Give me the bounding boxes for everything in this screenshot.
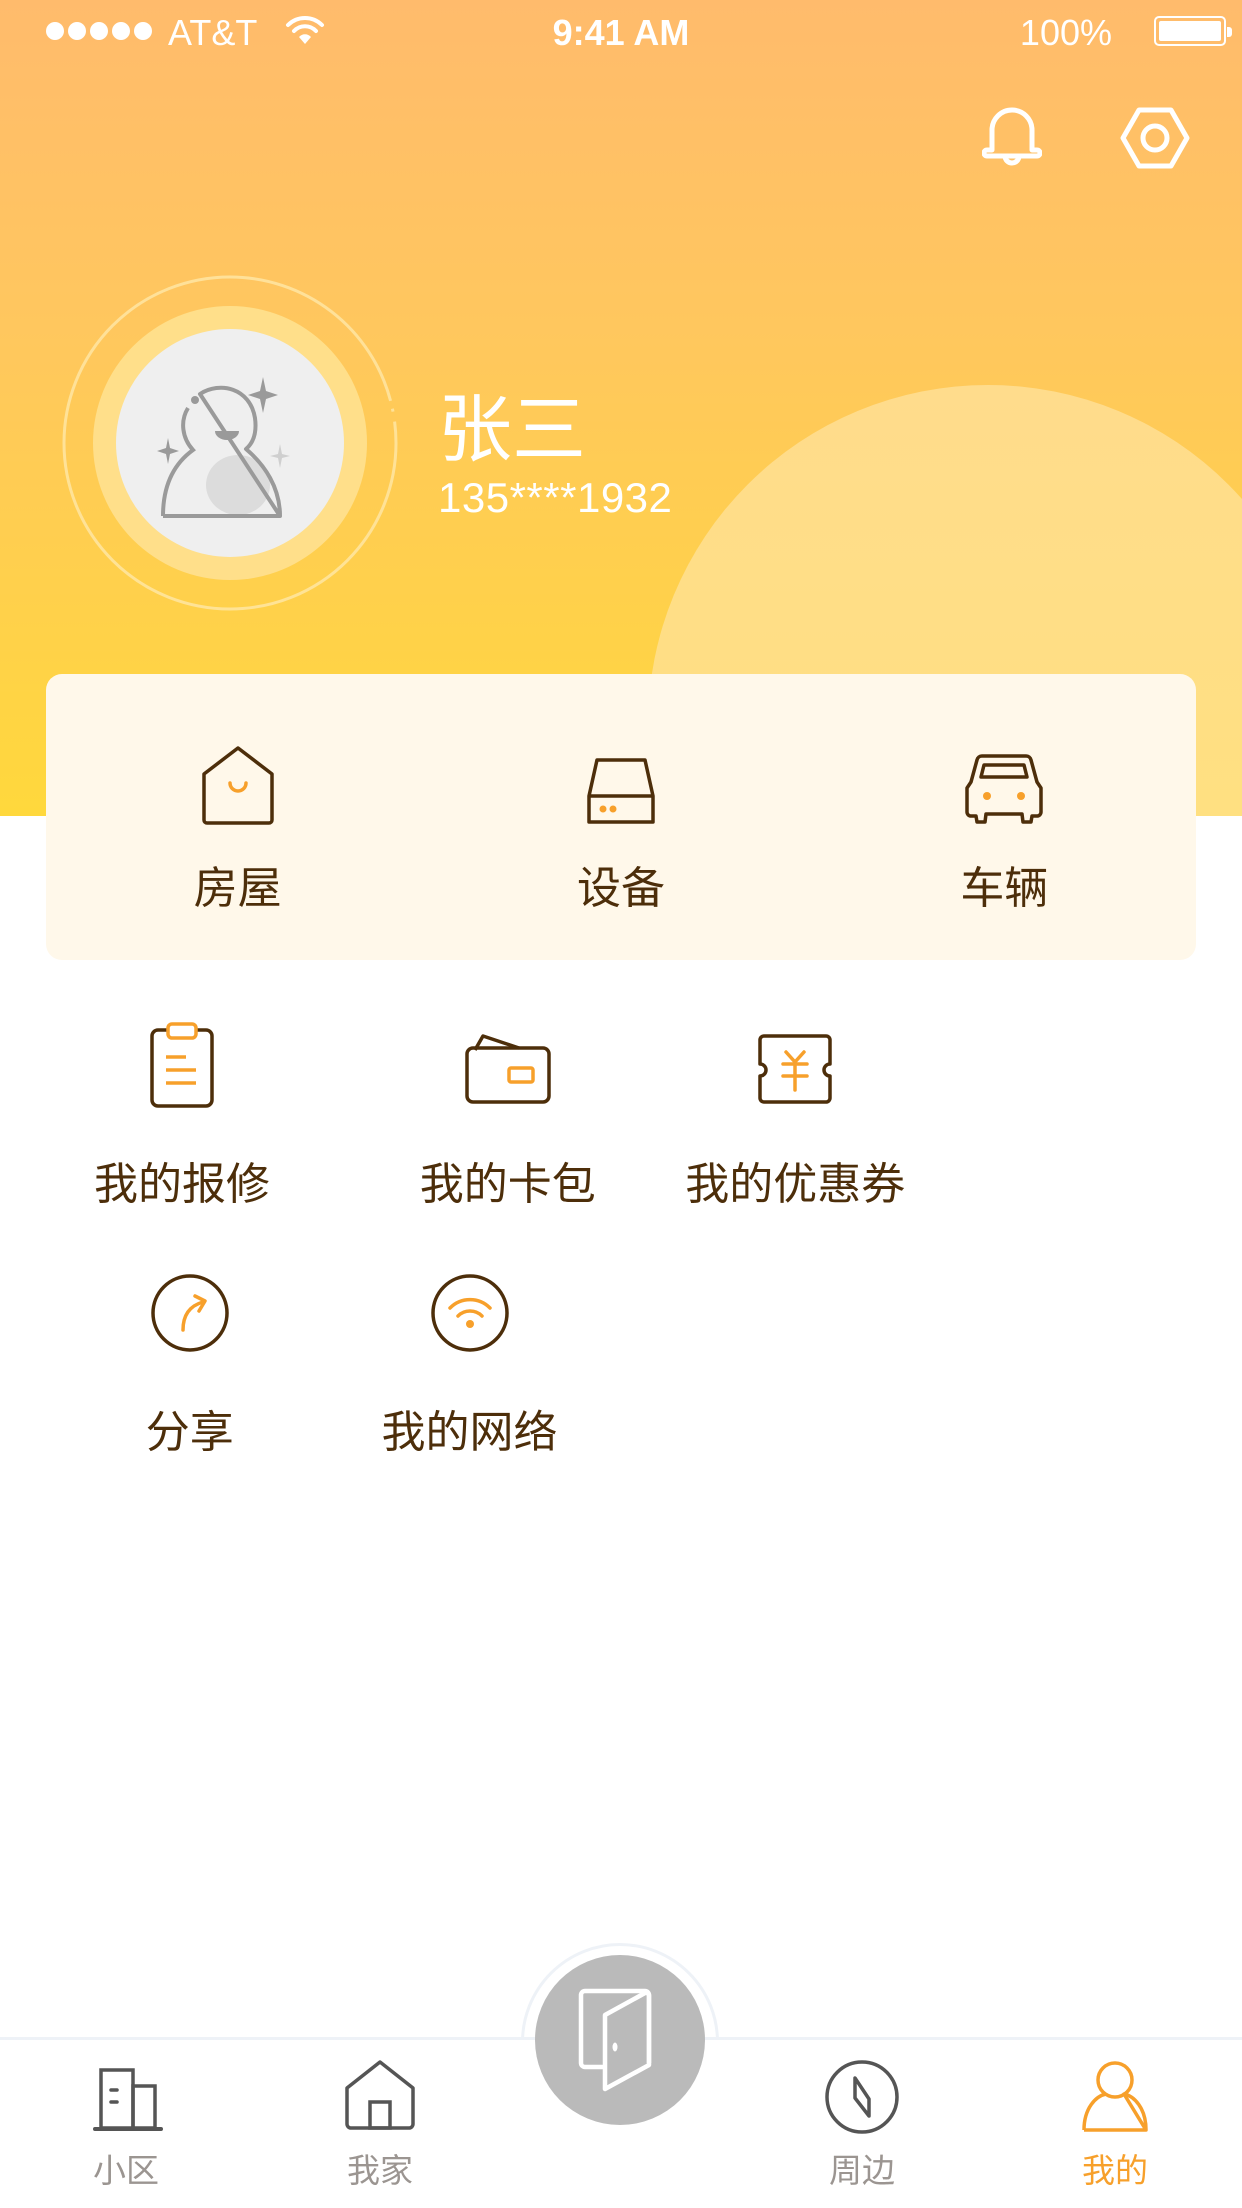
quick-action-house[interactable]: 房屋 bbox=[46, 674, 429, 960]
services-grid: 我的报修 我的卡包 我的优惠券 分享 我的网络 bbox=[46, 1020, 1196, 1516]
service-repair[interactable]: 我的报修 bbox=[0, 1020, 364, 1268]
service-label: 我的报修 bbox=[94, 1159, 270, 1210]
home-icon bbox=[345, 2060, 415, 2130]
tab-label: 我的 bbox=[1082, 2151, 1148, 2190]
share-icon bbox=[151, 1274, 229, 1352]
quick-action-device[interactable]: 设备 bbox=[429, 674, 812, 960]
service-label: 我的卡包 bbox=[419, 1159, 596, 1210]
tab-label: 周边 bbox=[829, 2151, 895, 2190]
notifications-button[interactable] bbox=[972, 98, 1052, 178]
wallet-icon bbox=[465, 1034, 551, 1104]
device-icon bbox=[587, 758, 655, 824]
service-label: 分享 bbox=[145, 1407, 234, 1458]
avatar[interactable] bbox=[60, 273, 400, 613]
service-label: 我的网络 bbox=[381, 1407, 558, 1458]
quick-action-label: 车辆 bbox=[960, 863, 1049, 914]
house-icon bbox=[201, 746, 274, 825]
tab-label: 我家 bbox=[347, 2151, 413, 2190]
settings-button[interactable] bbox=[1115, 98, 1195, 178]
battery-percentage: 100% bbox=[1019, 12, 1112, 53]
user-name: 张三 bbox=[438, 387, 586, 473]
person-icon bbox=[1082, 2061, 1148, 2132]
compass-icon bbox=[825, 2060, 899, 2134]
quick-action-car[interactable]: 车辆 bbox=[813, 674, 1196, 960]
wifi-icon bbox=[430, 1274, 509, 1352]
service-network[interactable]: 我的网络 bbox=[288, 1268, 652, 1516]
quick-action-label: 房屋 bbox=[193, 863, 282, 914]
door-icon bbox=[578, 1988, 652, 2092]
clipboard-icon bbox=[150, 1022, 214, 1108]
quick-action-label: 设备 bbox=[576, 863, 665, 914]
tab-label: 小区 bbox=[93, 2151, 159, 2190]
car-icon bbox=[965, 754, 1044, 824]
gear-icon bbox=[1120, 107, 1190, 169]
service-label: 我的优惠券 bbox=[685, 1159, 906, 1210]
tab-community[interactable]: 小区 bbox=[46, 2058, 206, 2192]
user-phone: 135****1932 bbox=[438, 474, 673, 521]
tab-mine[interactable]: 我的 bbox=[1035, 2058, 1195, 2192]
service-coupon[interactable]: 我的优惠券 bbox=[652, 1020, 940, 1268]
building-icon bbox=[93, 2068, 163, 2131]
coupon-icon bbox=[758, 1034, 832, 1104]
battery-icon bbox=[1154, 16, 1232, 46]
tab-home[interactable]: 我家 bbox=[300, 2058, 460, 2192]
status-bar: AT&T 9:41 AM 100% bbox=[0, 0, 1242, 60]
open-door-button[interactable] bbox=[535, 1955, 705, 2125]
quick-actions-card: 房屋 设备 车辆 bbox=[46, 674, 1196, 960]
service-wallet[interactable]: 我的卡包 bbox=[364, 1020, 652, 1268]
bell-icon bbox=[982, 107, 1042, 166]
tab-nearby[interactable]: 周边 bbox=[782, 2058, 942, 2192]
